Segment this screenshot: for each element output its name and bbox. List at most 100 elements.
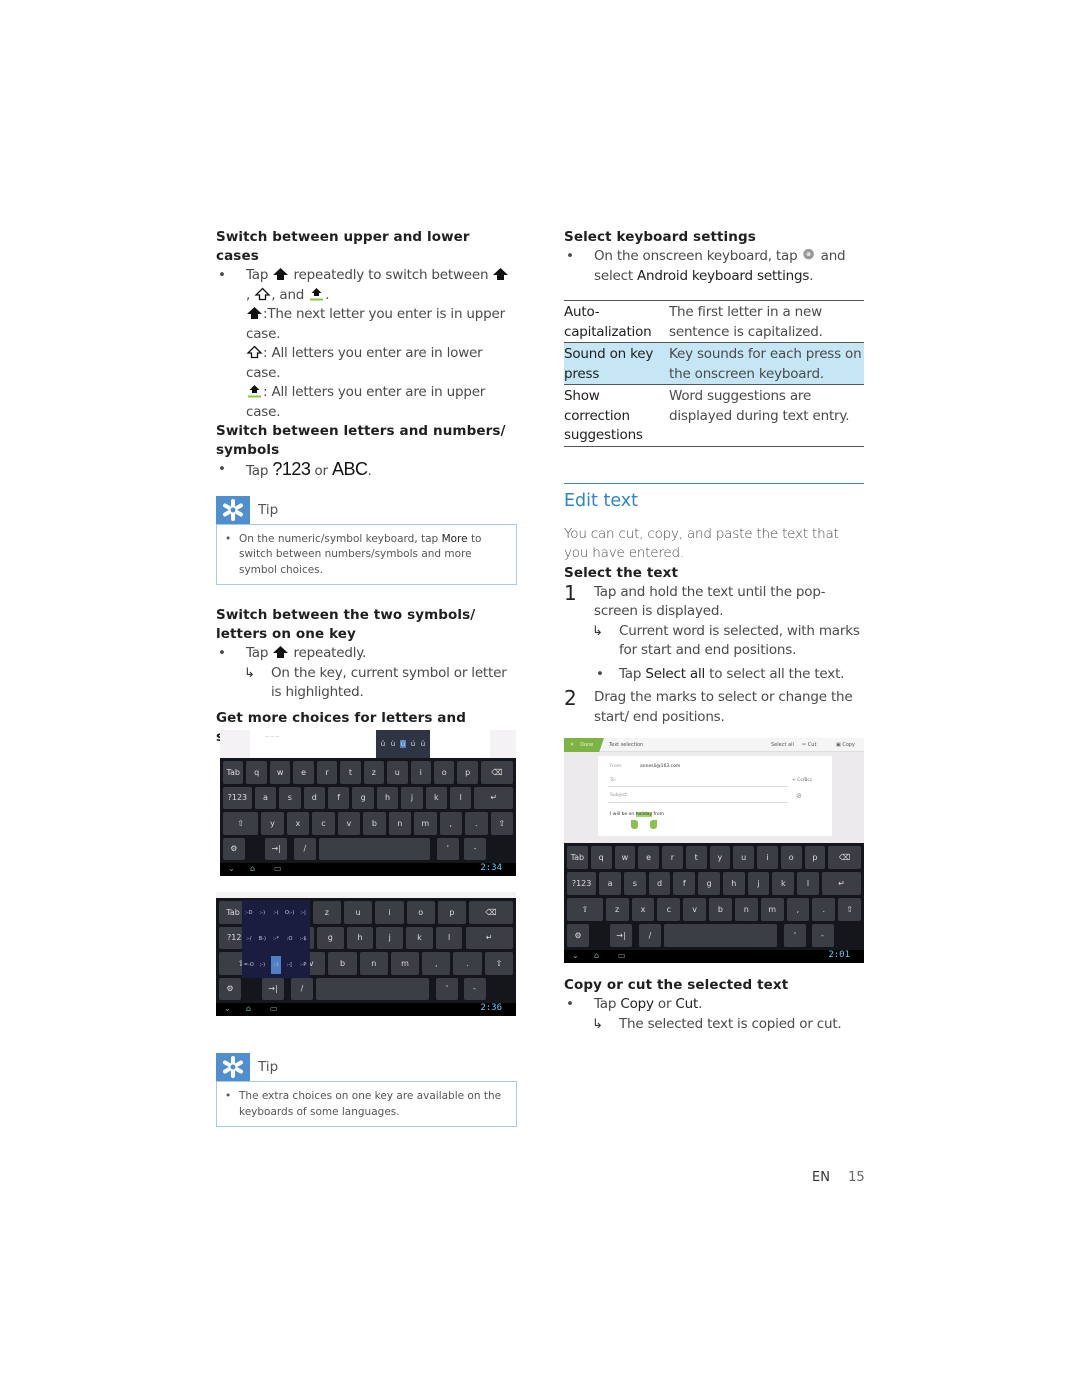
key-slash[interactable]: /	[291, 977, 313, 1000]
key-settings[interactable]: ⚙	[219, 977, 241, 1000]
popup-char[interactable]: ü	[420, 740, 426, 748]
key-u[interactable]: u	[344, 901, 373, 924]
key-x[interactable]: x	[631, 898, 655, 921]
key-slash[interactable]: /	[294, 837, 316, 860]
key-m[interactable]: m	[390, 952, 420, 975]
emoticon-choice[interactable]: :-|	[301, 910, 306, 916]
key-n[interactable]: n	[359, 952, 388, 975]
copy-button[interactable]: ▣ Copy	[836, 742, 855, 748]
key-x[interactable]: x	[286, 812, 310, 835]
key-z[interactable]: z	[363, 761, 385, 784]
key-a[interactable]: a	[254, 786, 277, 809]
popup-char[interactable]: ú	[410, 740, 416, 748]
emoticon-choice[interactable]: :-$	[300, 936, 307, 942]
selection-handle-end[interactable]	[650, 820, 657, 829]
emoticon-choice[interactable]: :-)	[260, 910, 265, 916]
key-q[interactable]: q	[590, 846, 612, 869]
key-h[interactable]: h	[722, 872, 745, 895]
key-⇧[interactable]: ⇧	[490, 812, 513, 835]
key-p[interactable]: p	[437, 901, 467, 924]
key-i[interactable]: i	[375, 901, 404, 924]
home-icon[interactable]: ⌂	[594, 951, 599, 960]
popup-char[interactable]: ù	[390, 740, 396, 748]
selection-handle-start[interactable]	[631, 820, 638, 829]
key-Tab[interactable]: Tab	[567, 846, 588, 869]
key-p[interactable]: p	[457, 761, 478, 784]
key-dash[interactable]: -	[464, 837, 486, 860]
key-z[interactable]: z	[605, 898, 629, 921]
key-l[interactable]: l	[435, 926, 463, 949]
key-d[interactable]: d	[648, 872, 671, 895]
key-b[interactable]: b	[709, 898, 732, 921]
emoticon-choice[interactable]: :-[	[287, 962, 292, 968]
recent-apps-icon[interactable]: ▭	[274, 864, 282, 873]
key-f[interactable]: f	[673, 872, 696, 895]
key-emoticon[interactable]: →|	[265, 837, 287, 860]
key-m[interactable]: m	[760, 898, 784, 921]
key-k[interactable]: k	[425, 786, 448, 809]
key-⇧[interactable]: ⇧	[567, 898, 603, 921]
key-w[interactable]: w	[269, 761, 291, 784]
key-⇧[interactable]: ⇧	[484, 952, 513, 975]
key-dash[interactable]: -	[811, 924, 834, 947]
key-⇧[interactable]: ⇧	[838, 898, 861, 921]
key-↵[interactable]: ↵	[821, 872, 861, 895]
emoticon-choice[interactable]: O:-)	[285, 910, 294, 916]
emoticon-choice[interactable]: :-/	[246, 936, 251, 942]
emoticon-choice[interactable]: B-)	[259, 936, 266, 942]
key-space[interactable]	[318, 837, 430, 860]
emoticon-choice[interactable]: ;-)	[260, 962, 265, 968]
key-.[interactable]: .	[812, 898, 836, 921]
key-r[interactable]: r	[316, 761, 338, 784]
key-q[interactable]: q	[246, 761, 267, 784]
key-?123[interactable]: ?123	[223, 786, 252, 809]
key-space[interactable]	[316, 977, 429, 1000]
key-settings[interactable]: ⚙	[223, 837, 245, 860]
key-m[interactable]: m	[414, 812, 437, 835]
key-i[interactable]: i	[757, 846, 778, 869]
key-e[interactable]: e	[293, 761, 314, 784]
key-d[interactable]: d	[303, 786, 325, 809]
key-g[interactable]: g	[698, 872, 720, 895]
key-f[interactable]: f	[327, 786, 350, 809]
attachment-icon[interactable]: ⊘	[796, 792, 802, 800]
popup-char[interactable]: û	[380, 740, 386, 748]
key-⌫[interactable]: ⌫	[480, 761, 513, 784]
key-k[interactable]: k	[406, 926, 433, 949]
emoticon-choice[interactable]: =-O	[244, 962, 254, 968]
key-t[interactable]: t	[685, 846, 707, 869]
key-,[interactable]: ,	[422, 952, 451, 975]
key-apostrophe[interactable]: '	[436, 977, 458, 1000]
key-y[interactable]: y	[261, 812, 284, 835]
key-a[interactable]: a	[599, 872, 621, 895]
key-p[interactable]: p	[804, 846, 826, 869]
key-e[interactable]: e	[638, 846, 660, 869]
key-k[interactable]: k	[772, 872, 795, 895]
key-j[interactable]: j	[376, 926, 404, 949]
emoticon-choice[interactable]: :O	[287, 936, 293, 942]
cut-button[interactable]: ✂ Cut	[802, 742, 816, 748]
key-.[interactable]: .	[453, 952, 482, 975]
key-n[interactable]: n	[388, 812, 412, 835]
emoticon-choice[interactable]: :-)	[271, 956, 281, 974]
key-o[interactable]: o	[433, 761, 455, 784]
key-t[interactable]: t	[340, 761, 361, 784]
key-c[interactable]: c	[312, 812, 335, 835]
key-s[interactable]: s	[623, 872, 646, 895]
key-c[interactable]: c	[657, 898, 681, 921]
emoticon-choice[interactable]: :-P	[300, 962, 307, 968]
key-b[interactable]: b	[328, 952, 357, 975]
key-,[interactable]: ,	[439, 812, 463, 835]
emoticon-choice[interactable]: :-*	[273, 936, 279, 942]
key-r[interactable]: r	[662, 846, 683, 869]
key-h[interactable]: h	[346, 926, 374, 949]
key-i[interactable]: i	[410, 761, 431, 784]
key-j[interactable]: j	[401, 786, 423, 809]
key-,[interactable]: ,	[786, 898, 810, 921]
key-dash[interactable]: -	[463, 977, 486, 1000]
key-↵[interactable]: ↵	[465, 926, 513, 949]
key-o[interactable]: o	[406, 901, 435, 924]
key-emoticon[interactable]: →|	[610, 924, 632, 947]
key-z[interactable]: z	[312, 901, 342, 924]
key-y[interactable]: y	[709, 846, 731, 869]
